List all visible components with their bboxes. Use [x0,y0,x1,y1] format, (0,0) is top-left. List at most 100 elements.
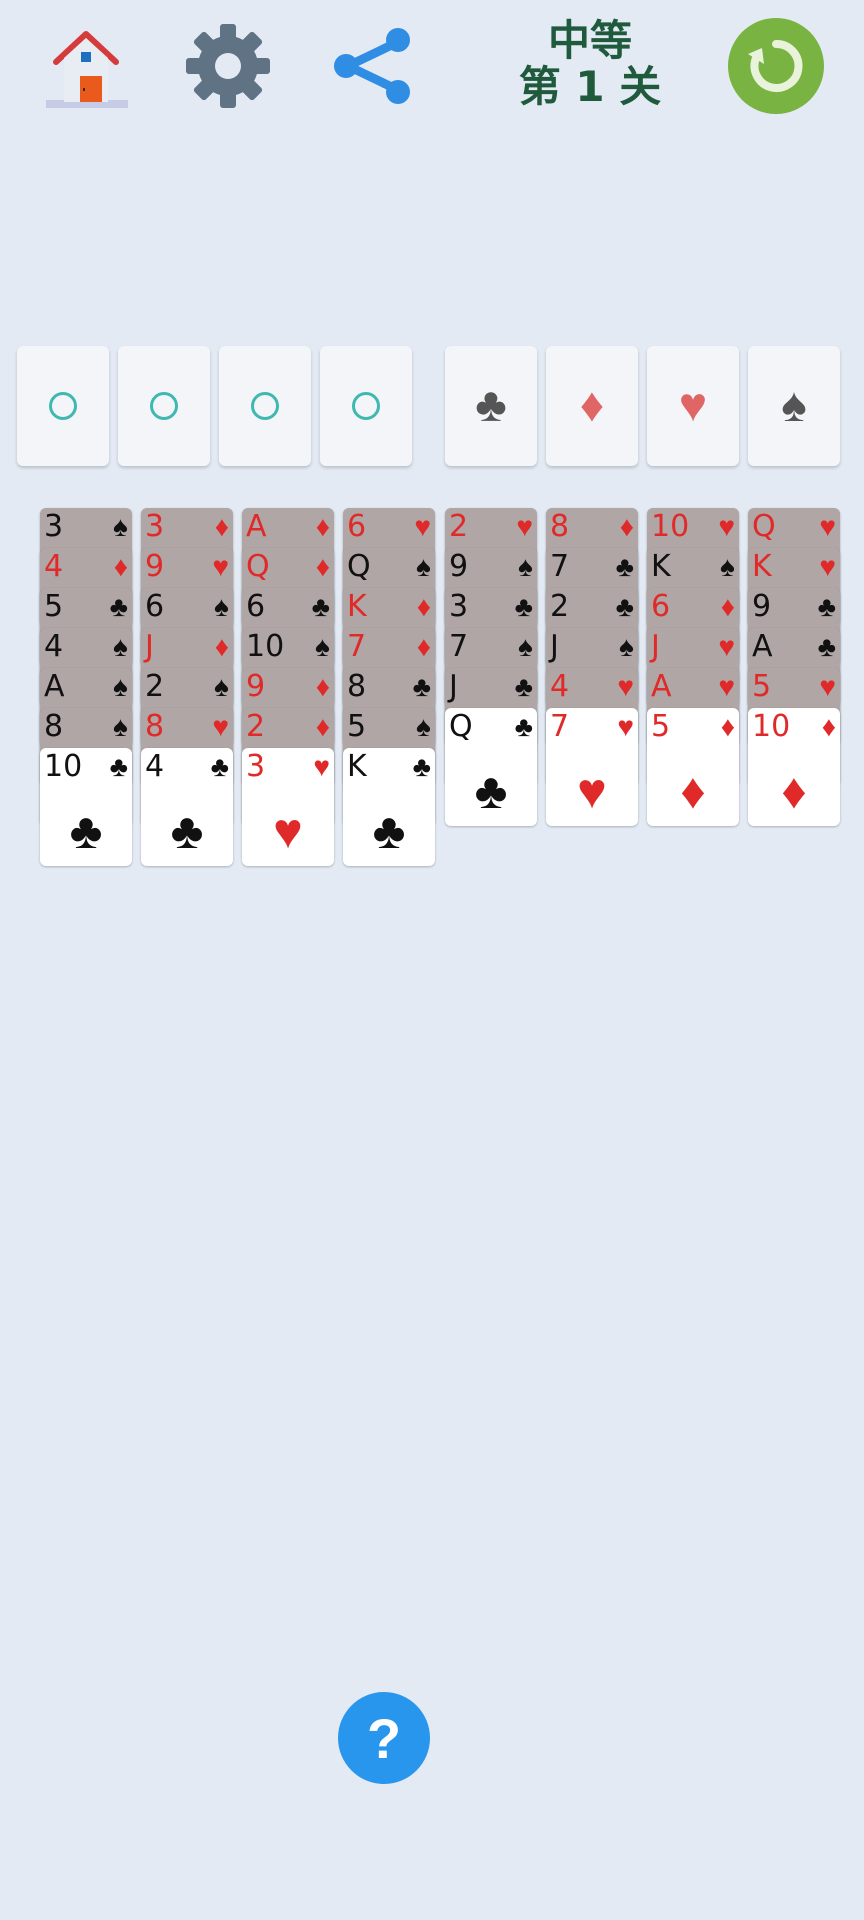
diamonds-icon: ♦ [720,711,735,742]
hearts-icon: ♥ [718,671,735,702]
diamonds-icon: ♦ [315,511,330,542]
diamonds-icon: ♦ [720,591,735,622]
clubs-icon: ♣ [615,591,634,622]
clubs-icon: ♣ [69,803,103,859]
card-rank: 4 [44,629,64,664]
clubs-icon: ♣ [372,803,406,859]
card-rank: J [145,629,154,664]
clubs-icon: ♣ [514,671,533,702]
free-cell-4[interactable] [320,346,412,466]
card-rank: 7 [449,629,469,664]
card-rank: K [347,589,367,624]
card-rank: 3 [449,589,469,624]
card-rank: K [651,549,671,584]
hearts-icon: ♥ [718,631,735,662]
card-rank: A [246,509,267,544]
diamonds-icon: ♦ [214,631,229,662]
restart-button[interactable] [728,18,824,114]
spades-icon: ♠ [518,631,533,662]
clubs-icon: ♣ [210,751,229,782]
card-rank: 9 [449,549,469,584]
card-rank: K [752,549,772,584]
clubs-icon: ♣ [514,591,533,622]
diamonds-icon: ♦ [315,551,330,582]
hearts-icon: ♥ [678,379,708,432]
spades-icon: ♠ [720,551,735,582]
clubs-icon: ♣ [311,591,330,622]
diamonds-icon: ♦ [416,631,431,662]
hearts-icon: ♥ [516,511,533,542]
card-rank: Q [246,549,270,584]
spades-icon: ♠ [113,511,128,542]
playing-card[interactable]: 7 ♥ ♥ [546,708,638,826]
card-rank: 2 [246,709,266,744]
card-rank: 4 [44,549,64,584]
restart-icon [748,39,803,92]
card-rank: A [752,629,773,664]
clubs-icon: ♣ [170,803,204,859]
foundation-diamonds[interactable]: ♦ [546,346,638,466]
spades-icon: ♠ [113,711,128,742]
card-rank: A [651,669,672,704]
card-rank: 8 [44,709,64,744]
card-rank: 5 [651,709,671,744]
hearts-icon: ♥ [819,671,836,702]
hearts-icon: ♥ [273,803,303,859]
clubs-icon: ♣ [817,631,836,662]
playing-card[interactable]: 3 ♥ ♥ [242,748,334,866]
card-rank: 3 [246,749,266,784]
spades-icon: ♠ [619,631,634,662]
foundation-spades[interactable]: ♠ [748,346,840,466]
playing-card[interactable]: K ♣ ♣ [343,748,435,866]
playing-card[interactable]: 5 ♦ ♦ [647,708,739,826]
foundation-clubs[interactable]: ♣ [445,346,537,466]
clubs-icon: ♣ [109,591,128,622]
card-rank: Q [347,549,371,584]
empty-ring-icon [251,392,279,420]
diamonds-icon: ♦ [214,511,229,542]
free-cell-1[interactable] [17,346,109,466]
playing-card[interactable]: 10 ♦ ♦ [748,708,840,826]
spades-icon: ♠ [214,591,229,622]
home-button[interactable] [36,16,136,116]
clubs-icon: ♣ [412,671,431,702]
clubs-icon: ♣ [412,751,431,782]
playing-card[interactable]: 4 ♣ ♣ [141,748,233,866]
card-rank: Q [449,709,473,744]
diamonds-icon: ♦ [579,379,605,432]
playing-card[interactable]: 10 ♣ ♣ [40,748,132,866]
card-rank: 5 [347,709,367,744]
playing-card[interactable]: Q ♣ ♣ [445,708,537,826]
hearts-icon: ♥ [617,671,634,702]
share-button[interactable] [322,16,422,116]
spades-icon: ♠ [315,631,330,662]
hearts-icon: ♥ [212,711,229,742]
card-rank: 9 [752,589,772,624]
spades-icon: ♠ [113,671,128,702]
home-icon [46,31,128,108]
card-rank: 10 [752,709,791,744]
card-rank: J [651,629,660,664]
card-rank: 3 [44,509,64,544]
card-rank: 6 [347,509,367,544]
hearts-icon: ♥ [617,711,634,742]
help-button[interactable]: ? [338,1692,430,1784]
empty-ring-icon [352,392,380,420]
card-rank: 10 [44,749,83,784]
free-cell-2[interactable] [118,346,210,466]
spades-icon: ♠ [113,631,128,662]
hearts-icon: ♥ [212,551,229,582]
diamonds-icon: ♦ [113,551,128,582]
empty-ring-icon [49,392,77,420]
foundation-hearts[interactable]: ♥ [647,346,739,466]
card-rank: 4 [145,749,165,784]
card-rank: 6 [145,589,165,624]
settings-button[interactable] [178,16,278,116]
level-difficulty: 中等 [547,16,632,65]
spades-icon: ♠ [416,711,431,742]
card-rank: K [347,749,367,784]
hearts-icon: ♥ [819,511,836,542]
free-cell-3[interactable] [219,346,311,466]
level-number: 第 1 关 [518,62,662,111]
clubs-icon: ♣ [817,591,836,622]
